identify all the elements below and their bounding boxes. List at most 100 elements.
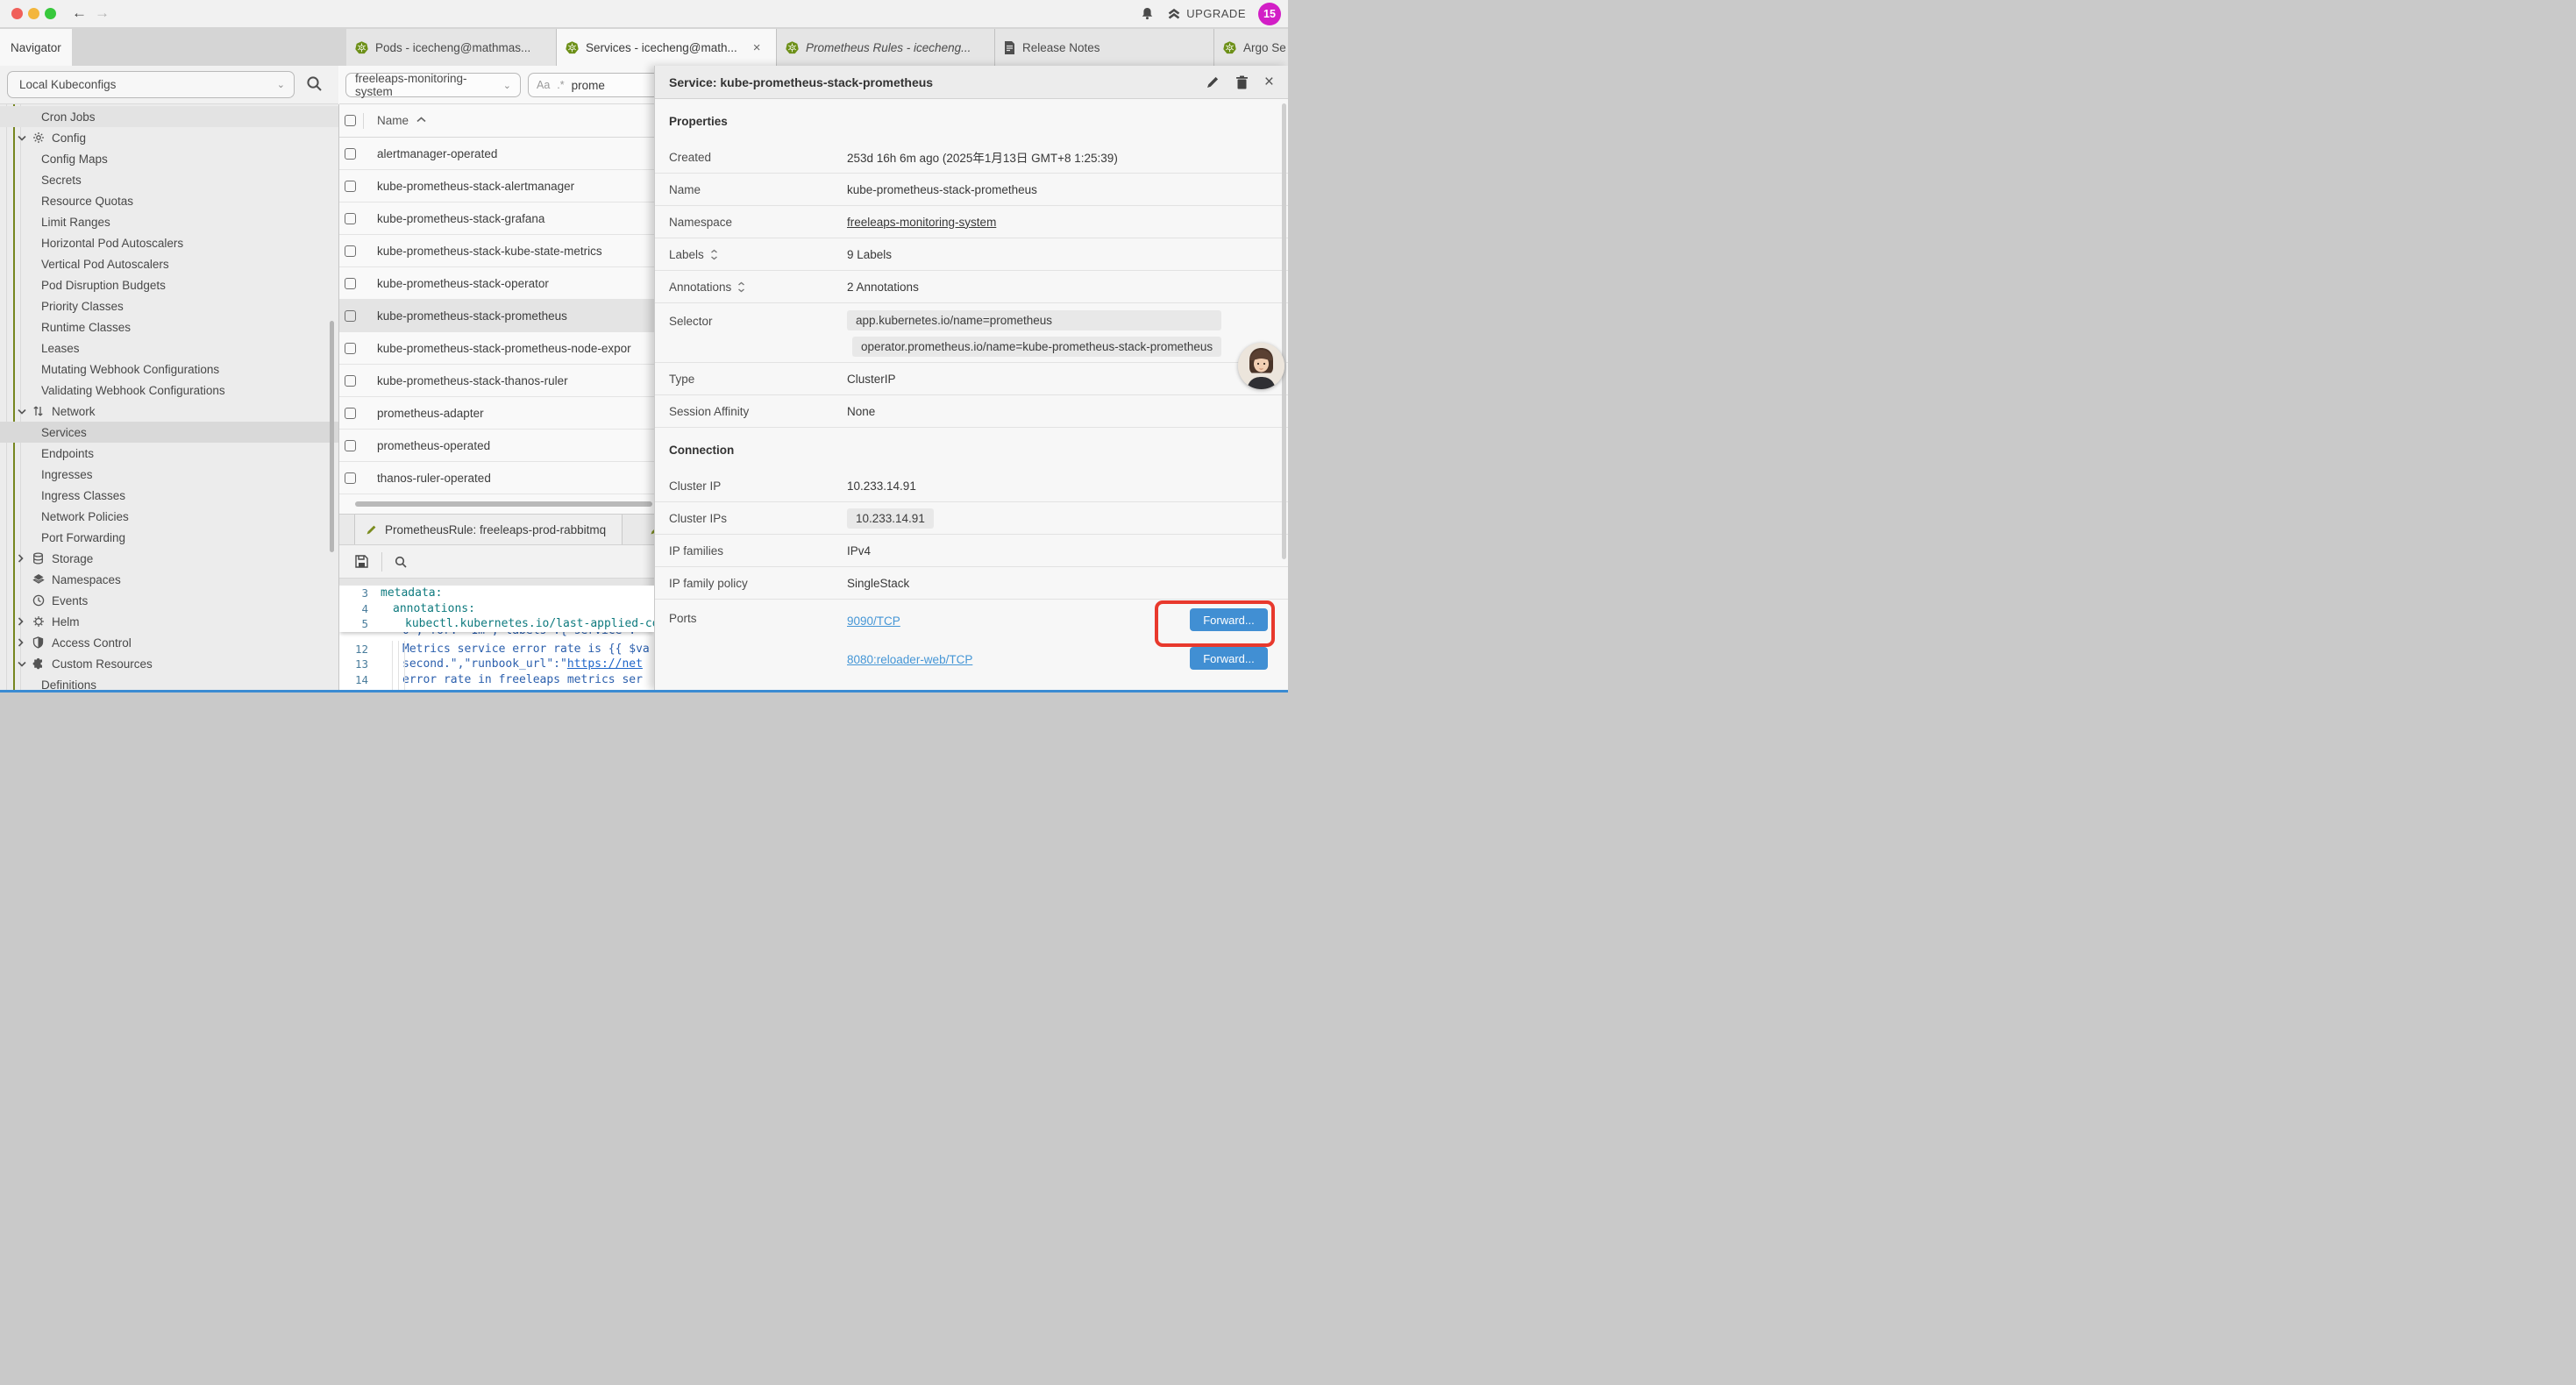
row-checkbox[interactable] xyxy=(345,375,356,387)
table-row[interactable]: kube-prometheus-stack-kube-state-metrics xyxy=(339,235,654,267)
chevron-down-icon[interactable] xyxy=(18,408,29,415)
search-icon[interactable] xyxy=(394,555,408,569)
sidebar-item-storage[interactable]: Storage xyxy=(0,548,338,569)
sidebar-item-definitions[interactable]: Definitions xyxy=(0,674,338,690)
chevron-down-icon[interactable] xyxy=(18,135,29,141)
select-all-checkbox[interactable] xyxy=(345,115,356,126)
sidebar-item-endpoints[interactable]: Endpoints xyxy=(0,443,338,464)
drawer-scrollbar[interactable] xyxy=(1282,103,1286,559)
row-checkbox[interactable] xyxy=(345,310,356,322)
user-avatar[interactable] xyxy=(1238,343,1284,389)
tab-prometheus-rules[interactable]: Prometheus Rules - icecheng... xyxy=(777,29,995,66)
sidebar-item-services[interactable]: Services xyxy=(0,422,338,443)
close-icon[interactable]: × xyxy=(1264,75,1274,90)
row-checkbox[interactable] xyxy=(345,245,356,257)
close-tab-icon[interactable]: × xyxy=(753,41,761,54)
sidebar-item-runtime-classes[interactable]: Runtime Classes xyxy=(0,316,338,337)
row-checkbox[interactable] xyxy=(345,472,356,484)
table-row[interactable]: prometheus-operated xyxy=(339,430,654,462)
row-checkbox[interactable] xyxy=(345,213,356,224)
sort-toggle-icon[interactable] xyxy=(737,281,745,293)
sidebar-item-events[interactable]: Events xyxy=(0,590,338,611)
tab-release-notes[interactable]: Release Notes xyxy=(995,29,1214,66)
regex-icon[interactable]: .* xyxy=(557,79,564,91)
sidebar-item-vertical-pod-autoscalers[interactable]: Vertical Pod Autoscalers xyxy=(0,253,338,274)
port-link-9090[interactable]: 9090/TCP xyxy=(847,614,900,628)
sidebar-item-helm[interactable]: Helm xyxy=(0,611,338,632)
editor-scroll-strip[interactable] xyxy=(339,578,654,586)
table-row-selected[interactable]: kube-prometheus-stack-prometheus xyxy=(339,300,654,332)
sidebar-item-config[interactable]: Config xyxy=(0,127,338,148)
table-row[interactable]: alertmanager-operated xyxy=(339,138,654,170)
sidebar-item-namespaces[interactable]: Namespaces xyxy=(0,569,338,590)
dock-tab-next[interactable] xyxy=(639,515,654,544)
sidebar-item-cron-jobs[interactable]: Cron Jobs xyxy=(0,106,338,127)
yaml-editor[interactable]: 3metadata: 4annotations: 5kubectl.kubern… xyxy=(339,586,654,690)
namespace-filter-select[interactable]: freeleaps-monitoring-system ⌄ xyxy=(345,73,521,97)
upgrade-button[interactable]: UPGRADE xyxy=(1167,7,1246,21)
back-arrow-icon[interactable]: ← xyxy=(72,4,87,23)
row-checkbox[interactable] xyxy=(345,408,356,419)
kubeconfig-select[interactable]: Local Kubeconfigs ⌄ xyxy=(7,71,295,98)
table-row[interactable]: kube-prometheus-stack-alertmanager xyxy=(339,170,654,202)
chevron-right-icon[interactable] xyxy=(18,638,29,647)
sidebar-item-port-forwarding[interactable]: Port Forwarding xyxy=(0,527,338,548)
sidebar-item-mutating-webhook-configurations[interactable]: Mutating Webhook Configurations xyxy=(0,359,338,380)
table-row[interactable]: kube-prometheus-stack-prometheus-node-ex… xyxy=(339,332,654,365)
sidebar-item-access-control[interactable]: Access Control xyxy=(0,632,338,653)
forward-arrow-icon[interactable]: → xyxy=(95,4,110,23)
chevron-right-icon[interactable] xyxy=(18,617,29,626)
maximize-window-button[interactable] xyxy=(45,8,56,19)
trash-icon[interactable] xyxy=(1235,75,1249,89)
sidebar-item-config-maps[interactable]: Config Maps xyxy=(0,148,338,169)
navigator-tab[interactable]: Navigator xyxy=(0,29,72,66)
sidebar-item-ingress-classes[interactable]: Ingress Classes xyxy=(0,485,338,506)
horizontal-scrollbar[interactable] xyxy=(355,501,652,507)
save-icon[interactable] xyxy=(354,554,369,569)
sidebar-item-limit-ranges[interactable]: Limit Ranges xyxy=(0,211,338,232)
table-row[interactable]: kube-prometheus-stack-grafana xyxy=(339,202,654,235)
table-row[interactable]: kube-prometheus-stack-thanos-ruler xyxy=(339,365,654,397)
tab-argo[interactable]: Argo Se xyxy=(1214,29,1288,66)
minimize-window-button[interactable] xyxy=(28,8,39,19)
sort-ascending-icon[interactable] xyxy=(416,117,426,123)
code-link[interactable]: https://net xyxy=(567,657,643,671)
chevron-down-icon[interactable] xyxy=(18,661,29,667)
sidebar-item-secrets[interactable]: Secrets xyxy=(0,169,338,190)
sidebar-item-network-policies[interactable]: Network Policies xyxy=(0,506,338,527)
sidebar-item-pod-disruption-budgets[interactable]: Pod Disruption Budgets xyxy=(0,274,338,295)
row-checkbox[interactable] xyxy=(345,278,356,289)
table-row[interactable]: thanos-ruler-operated xyxy=(339,462,654,494)
port-link-8080[interactable]: 8080:reloader-web/TCP xyxy=(847,653,972,666)
sidebar-scrollbar[interactable] xyxy=(330,321,334,552)
chevron-right-icon[interactable] xyxy=(18,554,29,563)
edit-pencil-icon[interactable] xyxy=(1206,75,1220,89)
sidebar-item-validating-webhook-configurations[interactable]: Validating Webhook Configurations xyxy=(0,380,338,401)
row-checkbox[interactable] xyxy=(345,440,356,451)
sidebar-item-horizontal-pod-autoscalers[interactable]: Horizontal Pod Autoscalers xyxy=(0,232,338,253)
dock-tab-prometheusrule[interactable]: PrometheusRule: freeleaps-prod-rabbitmq xyxy=(354,515,623,544)
table-search-input[interactable]: Aa .* prome xyxy=(528,73,659,97)
close-window-button[interactable] xyxy=(11,8,23,19)
namespace-link[interactable]: freeleaps-monitoring-system xyxy=(847,216,996,229)
forward-button-8080[interactable]: Forward... xyxy=(1190,647,1268,670)
bell-icon[interactable] xyxy=(1140,6,1155,22)
sort-toggle-icon[interactable] xyxy=(710,249,718,260)
search-icon[interactable] xyxy=(305,75,324,93)
sidebar-item-ingresses[interactable]: Ingresses xyxy=(0,464,338,485)
table-row[interactable]: prometheus-adapter xyxy=(339,397,654,430)
match-case-icon[interactable]: Aa xyxy=(537,79,550,91)
notifications-badge[interactable]: 15 xyxy=(1258,3,1281,25)
tab-pods[interactable]: Pods - icecheng@mathmas... xyxy=(346,29,557,66)
name-column-header[interactable]: Name xyxy=(377,114,409,127)
sidebar-item-leases[interactable]: Leases xyxy=(0,337,338,359)
row-checkbox[interactable] xyxy=(345,343,356,354)
tab-services[interactable]: Services - icecheng@math... × xyxy=(557,29,777,66)
row-checkbox[interactable] xyxy=(345,148,356,160)
table-row[interactable]: kube-prometheus-stack-operator xyxy=(339,267,654,300)
sidebar-item-custom-resources[interactable]: Custom Resources xyxy=(0,653,338,674)
sidebar-item-network[interactable]: Network xyxy=(0,401,338,422)
sidebar-item-resource-quotas[interactable]: Resource Quotas xyxy=(0,190,338,211)
sidebar-item-priority-classes[interactable]: Priority Classes xyxy=(0,295,338,316)
row-checkbox[interactable] xyxy=(345,181,356,192)
